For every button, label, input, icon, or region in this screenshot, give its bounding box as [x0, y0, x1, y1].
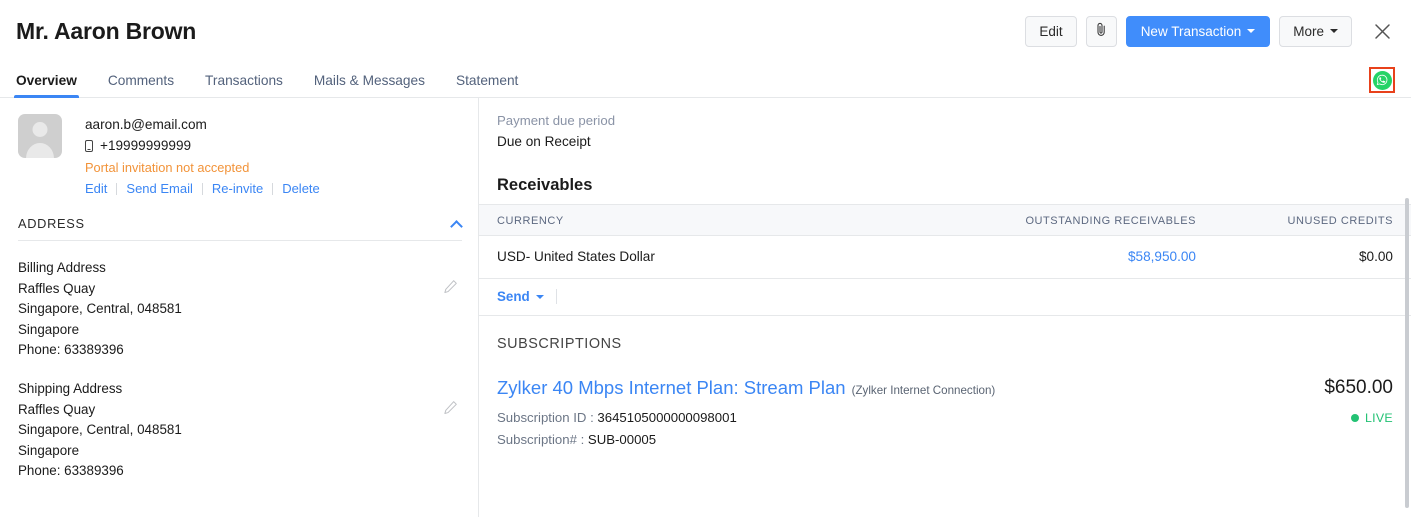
billing-address-country: Singapore [18, 320, 462, 341]
portal-status: Portal invitation not accepted [85, 160, 329, 176]
billing-address-phone: Phone: 63389396 [18, 340, 462, 361]
tab-overview-label: Overview [16, 73, 77, 88]
send-row: Send [479, 279, 1411, 316]
subscription-plan-group: (Zylker Internet Connection) [852, 384, 996, 397]
cell-outstanding-receivables[interactable]: $58,950.00 [949, 236, 1196, 279]
tab-transactions-label: Transactions [205, 73, 283, 88]
billing-address-street: Raffles Quay [18, 279, 462, 300]
shipping-address-phone: Phone: 63389396 [18, 461, 462, 482]
contact-re-invite-link[interactable]: Re-invite [203, 181, 272, 196]
billing-address-city: Singapore, Central, 048581 [18, 299, 462, 320]
tab-statement-label: Statement [456, 73, 518, 88]
subscription-number-row: Subscription# : SUB-00005 [497, 429, 1306, 450]
page-body: aaron.b@email.com +19999999999 Portal in… [0, 98, 1411, 517]
tab-transactions[interactable]: Transactions [205, 73, 283, 97]
tab-mails-messages-label: Mails & Messages [314, 73, 425, 88]
table-row: USD- United States Dollar $58,950.00 $0.… [479, 236, 1411, 279]
receivables-title: Receivables [479, 152, 1411, 204]
billing-address-block: Billing Address Raffles Quay Singapore, … [0, 241, 478, 361]
shipping-address-street: Raffles Quay [18, 400, 462, 421]
subscription-details: Zylker 40 Mbps Internet Plan: Stream Pla… [497, 377, 1306, 450]
chevron-up-icon[interactable] [451, 220, 462, 227]
subscription-amount: $650.00 [1324, 377, 1393, 399]
receivables-table: CURRENCY OUTSTANDING RECEIVABLES UNUSED … [479, 204, 1411, 279]
subscription-id-label: Subscription ID : [497, 410, 594, 425]
contact-summary: aaron.b@email.com +19999999999 Portal in… [0, 98, 478, 196]
contact-sidebar: aaron.b@email.com +19999999999 Portal in… [0, 98, 479, 517]
close-button[interactable] [1367, 16, 1397, 46]
payment-due-value: Due on Receipt [497, 131, 1411, 152]
tab-overview[interactable]: Overview [16, 73, 77, 97]
billing-address-title: Billing Address [18, 258, 462, 279]
status-badge: LIVE [1324, 411, 1393, 425]
new-transaction-label: New Transaction [1141, 24, 1242, 39]
chevron-down-icon [1247, 29, 1255, 33]
avatar [18, 114, 62, 158]
shipping-address-city: Singapore, Central, 048581 [18, 420, 462, 441]
column-header-outstanding-receivables: OUTSTANDING RECEIVABLES [949, 205, 1196, 236]
payment-due-period: Payment due period Due on Receipt [479, 98, 1411, 152]
page-title: Mr. Aaron Brown [16, 18, 196, 45]
send-label: Send [497, 289, 530, 304]
contact-edit-link[interactable]: Edit [85, 181, 116, 196]
edit-billing-address-pencil-icon[interactable] [443, 279, 458, 294]
edit-button[interactable]: Edit [1025, 16, 1076, 47]
contact-email: aaron.b@email.com [85, 115, 329, 135]
address-section-title: ADDRESS [18, 216, 85, 231]
header-actions: Edit New Transaction More [1025, 16, 1397, 47]
subscriptions-title: SUBSCRIPTIONS [479, 316, 1411, 352]
status-dot-icon [1351, 414, 1359, 422]
contact-delete-link[interactable]: Delete [273, 181, 329, 196]
more-button[interactable]: More [1279, 16, 1352, 47]
contact-info: aaron.b@email.com +19999999999 Portal in… [85, 114, 329, 196]
subscription-name-row: Zylker 40 Mbps Internet Plan: Stream Pla… [497, 377, 1306, 399]
tab-statement[interactable]: Statement [456, 73, 518, 97]
subscription-amount-status: $650.00 LIVE [1306, 377, 1393, 425]
status-label: LIVE [1365, 411, 1393, 425]
paperclip-icon [1095, 22, 1108, 40]
shipping-address-title: Shipping Address [18, 379, 462, 400]
cell-currency: USD- United States Dollar [479, 236, 949, 279]
subscription-id-row: Subscription ID : 3645105000000098001 [497, 407, 1306, 428]
whatsapp-button[interactable] [1369, 67, 1395, 93]
shipping-address-country: Singapore [18, 441, 462, 462]
chevron-down-icon [536, 295, 544, 299]
payment-due-label: Payment due period [497, 110, 1411, 131]
more-label: More [1293, 24, 1324, 39]
receivables-table-body: USD- United States Dollar $58,950.00 $0.… [479, 236, 1411, 279]
column-header-currency: CURRENCY [479, 205, 949, 236]
subscription-list-item: Zylker 40 Mbps Internet Plan: Stream Pla… [479, 352, 1411, 450]
subscription-id-value: 3645105000000098001 [597, 410, 736, 425]
shipping-address-block: Shipping Address Raffles Quay Singapore,… [0, 361, 478, 482]
tab-comments-label: Comments [108, 73, 174, 88]
address-section-header[interactable]: ADDRESS [18, 216, 462, 241]
tab-bar: Overview Comments Transactions Mails & M… [0, 62, 1411, 98]
attachment-button[interactable] [1086, 16, 1117, 47]
customer-detail-page: Mr. Aaron Brown Edit New Transaction Mor… [0, 0, 1411, 517]
contact-send-email-link[interactable]: Send Email [117, 181, 201, 196]
tab-mails-and-messages[interactable]: Mails & Messages [314, 73, 425, 97]
chevron-down-icon [1330, 29, 1338, 33]
divider [556, 289, 557, 304]
cell-unused-credits: $0.00 [1196, 236, 1411, 279]
receivables-table-head: CURRENCY OUTSTANDING RECEIVABLES UNUSED … [479, 205, 1411, 236]
contact-phone: +19999999999 [85, 135, 329, 156]
whatsapp-icon [1373, 71, 1392, 90]
contact-phone-value: +19999999999 [100, 135, 191, 156]
subscription-number-value: SUB-00005 [588, 432, 656, 447]
overview-content: Payment due period Due on Receipt Receiv… [479, 98, 1411, 517]
subscription-number-label: Subscription# : [497, 432, 584, 447]
edit-shipping-address-pencil-icon[interactable] [443, 400, 458, 415]
page-header: Mr. Aaron Brown Edit New Transaction Mor… [0, 0, 1411, 62]
new-transaction-button[interactable]: New Transaction [1126, 16, 1271, 47]
send-dropdown-button[interactable]: Send [497, 289, 556, 304]
subscription-name-link[interactable]: Zylker 40 Mbps Internet Plan: Stream Pla… [497, 377, 846, 399]
mobile-icon [85, 140, 93, 152]
tab-comments[interactable]: Comments [108, 73, 174, 97]
table-header-row: CURRENCY OUTSTANDING RECEIVABLES UNUSED … [479, 205, 1411, 236]
vertical-scrollbar[interactable] [1405, 198, 1409, 508]
column-header-unused-credits: UNUSED CREDITS [1196, 205, 1411, 236]
contact-action-links: Edit Send Email Re-invite Delete [85, 181, 329, 196]
